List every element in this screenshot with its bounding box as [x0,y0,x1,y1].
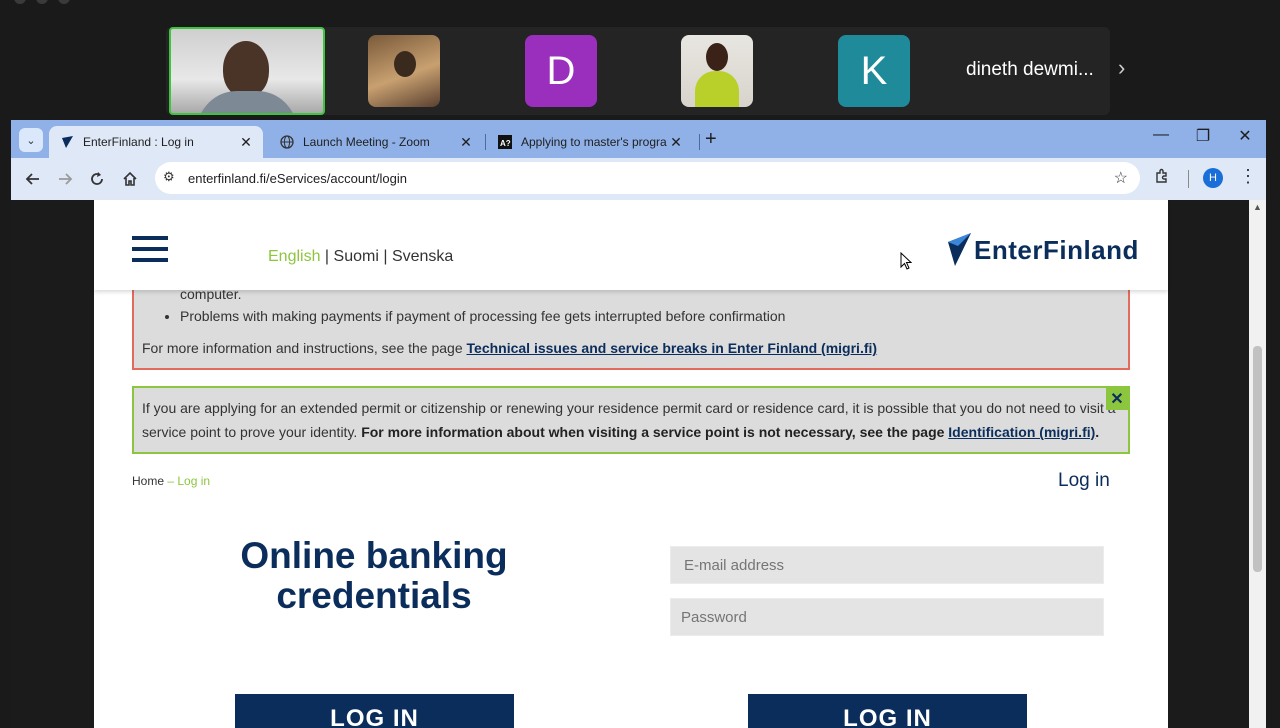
notice-text-prefix: service point to prove your identity. [142,424,362,440]
page-viewport: English | Suomi | Svenska EnterFinland c… [11,200,1266,728]
close-icon[interactable]: ✕ [237,134,255,151]
site-header: English | Suomi | Svenska EnterFinland [94,200,1168,290]
page-scrollbar[interactable]: ▲ [1249,200,1266,728]
enterfinland-icon [59,134,75,150]
window-traffic-lights [14,0,70,4]
lang-suomi[interactable]: Suomi [334,248,379,265]
participant-initial-tile[interactable]: K [838,35,910,107]
forward-icon[interactable] [53,167,77,191]
bookmark-star-icon[interactable]: ☆ [1114,168,1128,188]
email-field[interactable] [670,546,1104,584]
participant-initial-tile[interactable]: D [525,35,597,107]
reload-icon[interactable] [85,167,109,191]
participant-strip: D K dineth dewmi... › [166,27,1125,115]
breadcrumb-separator: – [164,474,178,488]
enterfinland-logo[interactable]: EnterFinland [946,232,1139,268]
notice-more-info: For more information and instructions, s… [142,340,877,356]
svg-text:A?: A? [500,139,511,148]
online-banking-heading: Online banking credentials [194,536,554,616]
profile-avatar[interactable]: H [1203,168,1223,188]
tab-zoom[interactable]: Launch Meeting - Zoom ✕ [269,126,483,158]
chevron-right-icon[interactable]: › [1118,55,1125,81]
lang-separator: | [320,248,334,265]
lang-english[interactable]: English [268,248,320,265]
close-icon[interactable]: ✕ [1106,388,1128,410]
scrollbar-thumb[interactable] [1253,346,1262,572]
notice-end: . [1095,424,1100,440]
browser-window: ⌄ EnterFinland : Log in ✕ Launch Meeting… [11,120,1266,728]
close-icon[interactable]: ✕ [457,134,475,151]
notice-list-item: Problems with making payments if payment… [180,308,785,324]
back-icon[interactable] [21,167,45,191]
tab-title: Launch Meeting - Zoom [303,135,430,149]
tab-separator [699,134,700,150]
breadcrumb-current: Log in [177,474,211,488]
participant-photo-tile[interactable] [368,35,440,107]
close-icon[interactable]: ✕ [667,134,685,151]
password-field[interactable] [670,598,1104,636]
email-login-button[interactable]: LOG IN [748,694,1027,728]
new-tab-icon[interactable]: + [705,128,717,151]
identification-notice: If you are applying for an extended perm… [132,386,1130,454]
page-title: Log in [1058,470,1110,491]
heading-line: Online banking [240,535,508,576]
lang-svenska[interactable]: Svenska [392,248,453,265]
tab-title: Applying to master's programm [521,135,667,149]
tab-search-button[interactable]: ⌄ [19,128,43,152]
home-icon[interactable] [118,167,142,191]
address-bar[interactable]: ⚙ enterfinland.fi/eServices/account/logi… [155,162,1140,194]
aalto-icon: A? [497,134,513,150]
chevron-down-icon: ⌄ [26,134,36,147]
restore-icon[interactable]: ❐ [1183,126,1223,146]
mouse-cursor-icon [900,252,912,270]
tab-enterfinland[interactable]: EnterFinland : Log in ✕ [49,126,263,158]
tab-bar: ⌄ EnterFinland : Log in ✕ Launch Meeting… [11,120,1266,158]
minimize-icon[interactable]: — [1141,126,1181,144]
scroll-up-icon[interactable]: ▲ [1253,202,1262,212]
bank-login-button[interactable]: LOG IN [235,694,514,728]
browser-toolbar: ⚙ enterfinland.fi/eServices/account/logi… [11,158,1266,200]
identification-link[interactable]: Identification (migri.fi) [948,424,1095,440]
notice-bold-text: For more information about when visiting… [361,424,949,440]
notice-text: service point to prove your identity. Fo… [142,424,1099,440]
technical-issues-link[interactable]: Technical issues and service breaks in E… [467,340,878,356]
extensions-icon[interactable] [1154,168,1170,189]
notice-text: If you are applying for an extended perm… [142,400,1116,416]
participant-photo-tile[interactable] [681,35,753,107]
participant-video-tile[interactable] [169,27,325,115]
logo-text: EnterFinland [974,234,1139,265]
notice-list: Problems with making payments if payment… [180,308,785,324]
lang-separator: | [378,248,392,265]
participant-name-label: dineth dewmi... [966,59,1094,80]
logo-mark-icon [948,233,971,266]
enterfinland-page: English | Suomi | Svenska EnterFinland c… [94,200,1168,728]
more-menu-icon[interactable]: ⋮ [1239,166,1257,187]
site-settings-icon[interactable]: ⚙ [163,169,175,185]
breadcrumb: Home – Log in [132,474,210,488]
breadcrumb-home[interactable]: Home [132,474,164,488]
close-window-icon[interactable]: ✕ [1225,126,1265,146]
language-selector: English | Suomi | Svenska [268,248,453,266]
tab-aalto[interactable]: A? Applying to master's programm ✕ [487,126,693,158]
toolbar-separator [1188,170,1189,188]
service-notice: computer. Problems with making payments … [132,278,1130,370]
hamburger-menu-icon[interactable] [132,236,168,264]
tab-separator [485,134,486,150]
notice-more-prefix: For more information and instructions, s… [142,340,467,356]
zoom-participant-bar: D K dineth dewmi... › [0,0,1280,120]
globe-icon [279,134,295,150]
heading-line: credentials [276,575,472,616]
url-text[interactable]: enterfinland.fi/eServices/account/login [188,171,407,186]
tab-title: EnterFinland : Log in [83,135,194,149]
